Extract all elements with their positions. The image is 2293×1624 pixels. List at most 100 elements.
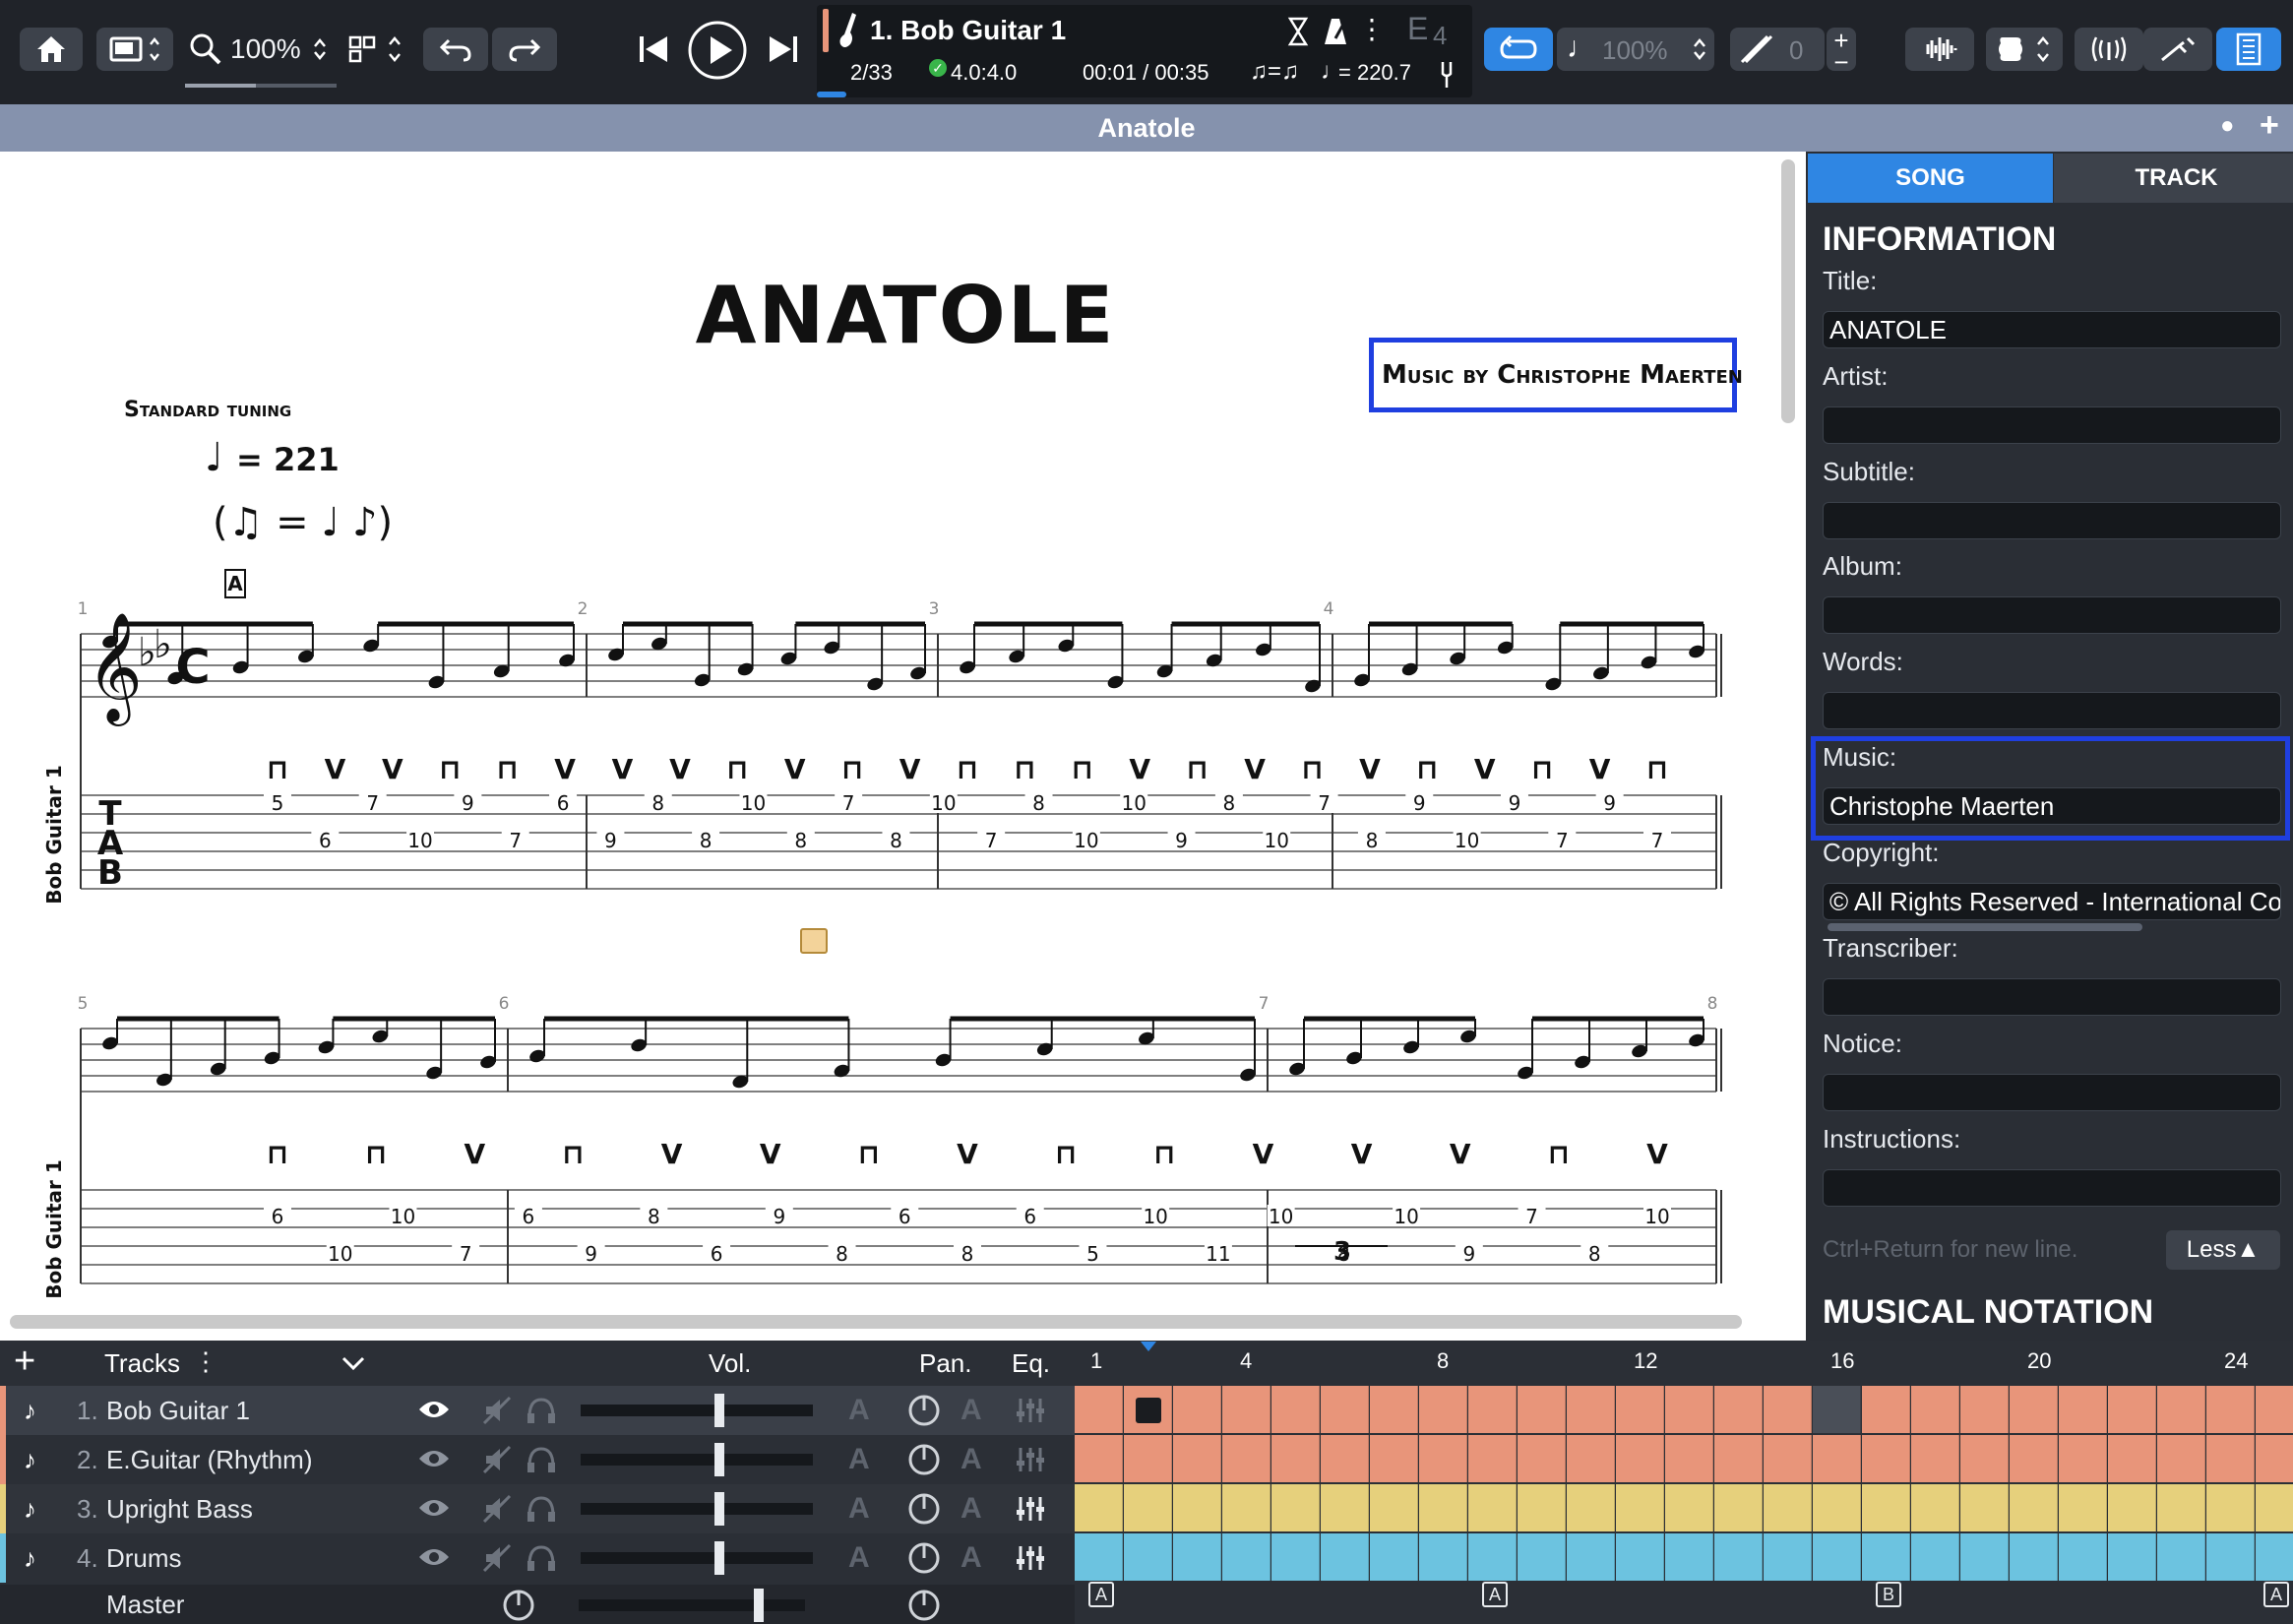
volume-handle[interactable] [714, 1443, 724, 1476]
master-row[interactable]: Master [0, 1585, 1075, 1624]
equalizer-icon[interactable] [1016, 1494, 1045, 1524]
bar-cell[interactable] [1075, 1533, 1123, 1581]
bar-cell[interactable] [2206, 1435, 2255, 1482]
field-input-album[interactable] [1823, 596, 2281, 634]
skip-back-button[interactable] [634, 28, 673, 71]
bar-cell[interactable] [1419, 1386, 1467, 1433]
add-track-plus-icon[interactable]: + [14, 1341, 35, 1383]
volume-automation-label[interactable]: A [848, 1443, 870, 1476]
effects-button[interactable] [2075, 28, 2143, 71]
section-marker[interactable]: A [1482, 1582, 1508, 1607]
playhead-marker-icon[interactable] [1140, 1341, 1157, 1352]
bar-cell[interactable] [1911, 1386, 1959, 1433]
track-row[interactable]: ♪ 4. Drums A A [0, 1533, 1075, 1583]
less-button[interactable]: Less▲ [2166, 1230, 2280, 1270]
bar-cell[interactable] [1567, 1386, 1615, 1433]
solo-headphones-icon[interactable] [526, 1396, 557, 1425]
bar-cell[interactable] [1862, 1533, 1910, 1581]
plus-minus-stepper[interactable]: + − [1827, 26, 1856, 77]
bar-cell[interactable] [1616, 1533, 1664, 1581]
bar-cell[interactable] [1764, 1484, 1812, 1531]
master-volume-handle[interactable] [754, 1589, 764, 1622]
capo-control[interactable]: 0 [1730, 28, 1825, 71]
field-input-instructions[interactable] [1823, 1169, 2281, 1207]
pan-automation-label[interactable]: A [961, 1443, 982, 1476]
bar-cell[interactable] [1764, 1435, 1812, 1482]
bar-cell[interactable] [1518, 1386, 1566, 1433]
bar-cell[interactable] [1370, 1533, 1418, 1581]
bar-cell[interactable] [2108, 1386, 2156, 1433]
bar-cell[interactable] [1714, 1435, 1763, 1482]
bar-cell[interactable] [1370, 1484, 1418, 1531]
bar-cell[interactable] [1222, 1386, 1270, 1433]
bar-cell[interactable] [2256, 1386, 2293, 1433]
pan-knob[interactable] [907, 1492, 941, 1526]
bar-cell[interactable] [1813, 1484, 1861, 1531]
bar-cell[interactable] [1271, 1533, 1320, 1581]
field-input-notice[interactable] [1823, 1074, 2281, 1111]
bar-cell[interactable] [1665, 1484, 1713, 1531]
mute-icon[interactable] [482, 1543, 512, 1573]
bar-cell[interactable] [1173, 1484, 1221, 1531]
dot-icon[interactable]: ● [2220, 112, 2235, 140]
bar-cell[interactable] [2010, 1435, 2058, 1482]
bar-cell[interactable] [1222, 1435, 1270, 1482]
volume-automation-label[interactable]: A [848, 1492, 870, 1526]
bar-cell[interactable] [1271, 1386, 1320, 1433]
pan-knob[interactable] [907, 1394, 941, 1427]
minus-icon[interactable]: − [1833, 47, 1848, 78]
bar-cell[interactable] [1960, 1484, 2009, 1531]
field-input-words[interactable] [1823, 692, 2281, 729]
tab-song[interactable]: SONG [1808, 154, 2053, 203]
page-layout-select[interactable] [344, 28, 409, 71]
bar-cell[interactable] [1468, 1484, 1517, 1531]
bar-cell[interactable] [1714, 1484, 1763, 1531]
bar-cell[interactable] [1271, 1435, 1320, 1482]
bar-cell[interactable] [2059, 1533, 2107, 1581]
volume-slider[interactable] [581, 1454, 813, 1466]
tab-track[interactable]: TRACK [2054, 154, 2293, 203]
bar-cell[interactable] [1518, 1533, 1566, 1581]
bar-cell[interactable] [1616, 1484, 1664, 1531]
bar-cell[interactable] [1321, 1533, 1369, 1581]
bar-cell[interactable] [2059, 1484, 2107, 1531]
mute-icon[interactable] [482, 1396, 512, 1425]
zoom-slider[interactable] [185, 84, 337, 88]
notation-canvas[interactable]: Bob Guitar 11 2 3 4𝄞♭♭ CTAB⊓ V V ⊓ ⊓ V V V ⊓ V ⊓ V ⊓ ⊓ ⊓ V ⊓… [0, 152, 1806, 1341]
bar-cell[interactable] [1911, 1435, 1959, 1482]
bar-cell[interactable] [1616, 1435, 1664, 1482]
bar-cell[interactable] [1173, 1435, 1221, 1482]
pan-automation-label[interactable]: A [961, 1394, 982, 1427]
bar-cell[interactable] [1124, 1533, 1172, 1581]
bar-cell[interactable] [1764, 1533, 1812, 1581]
volume-handle[interactable] [714, 1394, 724, 1427]
volume-slider[interactable] [581, 1552, 813, 1564]
sound-bank-select[interactable] [1986, 28, 2063, 71]
undo-button[interactable] [423, 28, 488, 71]
track-row[interactable]: ♪ 3. Upright Bass A A [0, 1484, 1075, 1533]
bar-cell[interactable] [1567, 1435, 1615, 1482]
pan-automation-label[interactable]: A [961, 1492, 982, 1526]
volume-automation-label[interactable]: A [848, 1541, 870, 1575]
bar-cell[interactable] [1468, 1533, 1517, 1581]
bar-cell[interactable] [1813, 1386, 1861, 1433]
bar-cell[interactable] [2010, 1484, 2058, 1531]
bar-cell[interactable] [1173, 1386, 1221, 1433]
bar-cell[interactable] [2256, 1484, 2293, 1531]
bar-cell[interactable] [1813, 1533, 1861, 1581]
bar-cell[interactable] [1518, 1435, 1566, 1482]
bar-cell[interactable] [1960, 1533, 2009, 1581]
bar-cell[interactable] [1665, 1435, 1713, 1482]
bar-cell[interactable] [1714, 1533, 1763, 1581]
section-marker[interactable]: A [1088, 1582, 1114, 1607]
mute-icon[interactable] [482, 1494, 512, 1524]
bar-cell[interactable] [1960, 1435, 2009, 1482]
bar-cell[interactable] [2059, 1435, 2107, 1482]
new-tab-plus-icon[interactable]: + [2260, 106, 2279, 145]
visibility-eye-icon[interactable] [417, 1447, 451, 1470]
field-input-artist[interactable] [1823, 406, 2281, 444]
bar-cell[interactable] [1764, 1386, 1812, 1433]
solo-headphones-icon[interactable] [526, 1494, 557, 1524]
guitar-input-button[interactable] [2143, 28, 2212, 71]
volume-handle[interactable] [714, 1492, 724, 1526]
